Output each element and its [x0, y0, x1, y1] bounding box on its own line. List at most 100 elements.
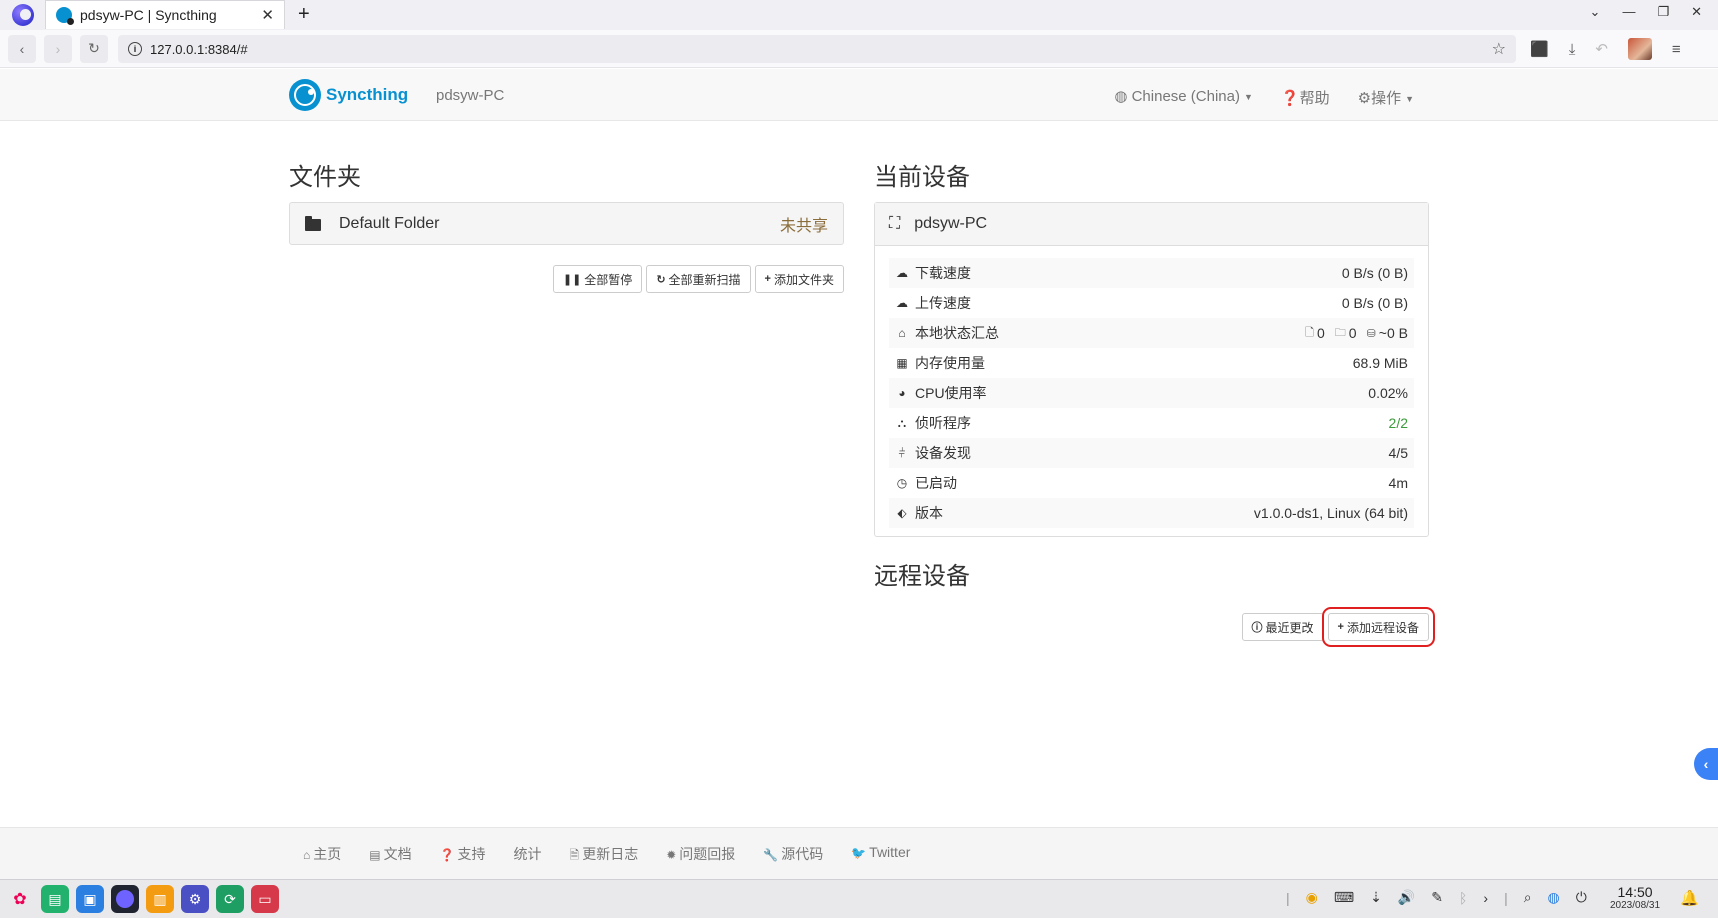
this-device-header[interactable]: ⛶ pdsyw-PC [875, 203, 1428, 246]
footer-link-home[interactable]: ⌂ 主页 [303, 844, 341, 867]
browser-logo-icon[interactable] [8, 0, 38, 30]
footer-link-support[interactable]: ❓ 支持 [440, 844, 486, 867]
footer-link-source[interactable]: 🔧 源代码 [763, 844, 823, 867]
collections-icon[interactable]: ⬛ [1530, 40, 1549, 58]
header-menu: ◍ Chinese (China) ▼ ❓帮助 ⚙操作 ▼ [1114, 87, 1414, 108]
pause-all-button[interactable]: ❚❚ 全部暂停 [552, 265, 643, 293]
rescan-all-button[interactable]: ↻ 全部重新扫描 [646, 265, 751, 293]
size-value: ~0 B [1378, 325, 1408, 341]
console-app-icon[interactable]: ▭ [251, 885, 279, 913]
bluetooth-icon[interactable]: ᛒ [1459, 890, 1467, 906]
row-label: 内存使用量 [915, 355, 985, 371]
syncthing-logo-icon [289, 79, 321, 111]
add-remote-device-button[interactable]: + 添加远程设备 [1321, 607, 1436, 647]
footer-link-label: 更新日志 [582, 846, 639, 862]
recent-changes-button[interactable]: ⓘ 最近更改 [1241, 613, 1324, 641]
tab-list-icon[interactable]: ⌄ [1590, 4, 1601, 20]
expand-tray-icon[interactable]: › [1483, 890, 1488, 906]
site-info-icon[interactable]: i [128, 42, 142, 56]
forward-button[interactable]: › [44, 34, 72, 63]
add-folder-label: 添加文件夹 [773, 272, 834, 287]
wrench-icon: 🔧 [763, 848, 779, 862]
app-store-icon[interactable]: ▣ [76, 885, 104, 913]
row-value: v1.0.0-ds1, Linux (64 bit) [1253, 505, 1408, 521]
reload-button[interactable]: ↻ [80, 34, 108, 63]
row-label: 侦听程序 [915, 415, 971, 431]
back-button[interactable]: ‹ [8, 34, 36, 63]
globe-icon: ◍ [1114, 88, 1132, 105]
this-device-title: 当前设备 [874, 164, 970, 191]
row-value: 4m [1388, 475, 1408, 491]
footer-link-changelog[interactable]: 🗎 更新日志 [570, 844, 639, 867]
app-header: Syncthing pdsyw-PC ◍ Chinese (China) ▼ ❓帮… [0, 69, 1718, 121]
power-icon[interactable]: ⏻ [1576, 889, 1587, 906]
browser-tab[interactable]: pdsyw-PC | Syncthing ✕ [45, 0, 285, 29]
language-dropdown[interactable]: ◍ Chinese (China) ▼ [1114, 87, 1253, 108]
undo-icon[interactable]: ↶ [1595, 40, 1608, 58]
side-panel-toggle-icon[interactable]: ‹ [1694, 748, 1718, 780]
folders-section: 文件夹 Default Folder 未共享 ❚❚ 全部暂停 ↻ 全部重新扫描 + 添… [289, 160, 844, 293]
footer-link-label: Twitter [869, 844, 911, 860]
folder-outline-icon: 🗀 [1334, 326, 1346, 339]
terminal-app-icon[interactable]: ▤ [41, 885, 69, 913]
sync-app-icon[interactable]: ⟳ [216, 885, 244, 913]
forward-arrow-icon: › [55, 40, 61, 57]
notification-bell-icon[interactable]: 🔔 [1680, 889, 1699, 907]
window-close-icon[interactable]: ✕ [1691, 4, 1702, 20]
actions-label: 操作 [1371, 90, 1402, 107]
network-node-icon: ⛶ [889, 215, 901, 232]
add-folder-button[interactable]: + 添加文件夹 [754, 265, 844, 293]
gear-icon: ⚙ [1357, 90, 1372, 107]
launcher-icon[interactable]: ✿ [6, 885, 34, 913]
table-row: ☁ 下载速度 0 B/s (0 B) [889, 258, 1414, 288]
network-icon[interactable]: ◍ [1548, 889, 1560, 906]
update-tray-icon[interactable]: ◉ [1306, 889, 1318, 906]
settings-app-icon[interactable]: ⚙ [181, 885, 209, 913]
footer-link-twitter[interactable]: 🐦 Twitter [851, 844, 910, 867]
bookmark-star-icon[interactable]: ☆ [1492, 39, 1506, 59]
help-link[interactable]: ❓帮助 [1281, 87, 1330, 108]
table-row: ⛬ 侦听程序 2/2 [889, 408, 1414, 438]
folder-panel-default[interactable]: Default Folder 未共享 [289, 202, 844, 245]
keyboard-icon[interactable]: ⌨ [1334, 889, 1354, 906]
actions-dropdown[interactable]: ⚙操作 ▼ [1358, 87, 1414, 108]
new-tab-button[interactable]: + [298, 3, 310, 26]
user-avatar[interactable] [1627, 38, 1652, 60]
minimize-icon[interactable]: — [1622, 4, 1635, 20]
remote-device-actions: ⓘ 最近更改 + 添加远程设备 [874, 607, 1436, 647]
browser-nav-bar: ‹ › ↻ i 127.0.0.1:8384/# ☆ ⬛ ⤓ ↶ ≡ [0, 30, 1718, 68]
package-app-icon[interactable]: ▥ [146, 885, 174, 913]
table-row: ◷ 已启动 4m [889, 468, 1414, 498]
recent-changes-label: 最近更改 [1265, 620, 1314, 635]
address-bar[interactable]: i 127.0.0.1:8384/# ☆ [118, 35, 1516, 63]
footer-link-docs[interactable]: ▤ 文档 [369, 844, 411, 867]
discovery-value[interactable]: 4/5 [1389, 445, 1408, 461]
table-row: ⫩ 设备发现 4/5 [889, 438, 1414, 468]
volume-icon[interactable]: 🔊 [1398, 889, 1415, 906]
row-label: CPU使用率 [915, 385, 987, 401]
footer-link-stats[interactable]: 统计 [514, 844, 542, 867]
row-label: 设备发现 [915, 445, 971, 461]
table-row: ☁ 上传速度 0 B/s (0 B) [889, 288, 1414, 318]
usb-icon[interactable]: ⇣ [1370, 889, 1382, 906]
search-icon[interactable]: ⌕ [1524, 889, 1532, 906]
menu-icon[interactable]: ≡ [1672, 41, 1681, 58]
pen-icon[interactable]: ✎ [1431, 889, 1443, 906]
url-text[interactable]: 127.0.0.1:8384/# [150, 42, 1492, 57]
download-icon[interactable]: ⤓ [1569, 41, 1576, 58]
tab-close-icon[interactable]: ✕ [261, 6, 274, 24]
browser-app-icon[interactable] [111, 885, 139, 913]
footer-link-label: 文档 [383, 846, 412, 862]
local-state-values: 🗋 0 🗀 0 ⛁ ~0 B [1305, 324, 1408, 343]
restore-icon[interactable]: ❐ [1657, 4, 1669, 20]
brand-name: Syncthing [326, 85, 409, 104]
taskbar-clock[interactable]: 14:50 2023/08/31 [1610, 884, 1660, 912]
browser-tab-bar: pdsyw-PC | Syncthing ✕ + ⌄ — ❐ ✕ [0, 0, 1718, 30]
footer-link-bugs[interactable]: ✹ 问题回报 [666, 844, 735, 867]
signpost-icon: ⫩ [898, 445, 906, 460]
window-controls: ⌄ — ❐ ✕ [1590, 4, 1702, 20]
cloud-upload-icon: ☁ [896, 296, 908, 310]
brand[interactable]: Syncthing [289, 79, 408, 111]
listeners-value[interactable]: 2/2 [1389, 415, 1408, 431]
row-label: 本地状态汇总 [915, 325, 999, 341]
